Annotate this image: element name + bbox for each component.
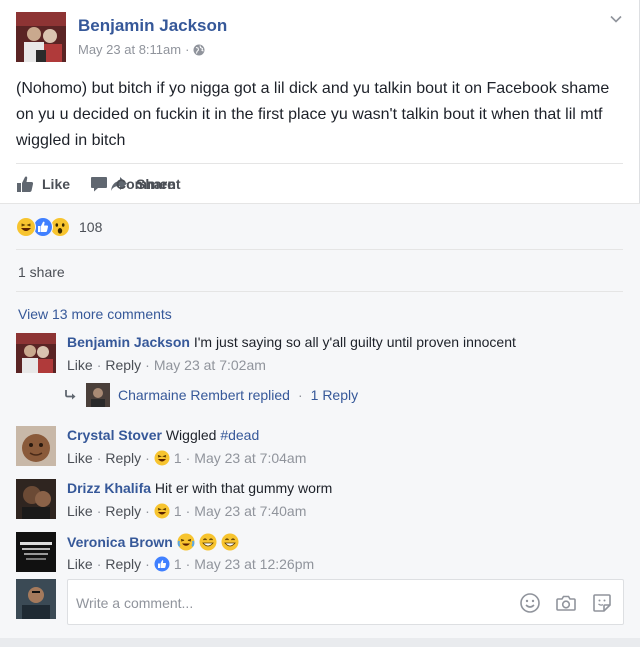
chevron-down-icon[interactable] [609, 12, 623, 26]
post-card: Benjamin Jackson May 23 at 8:11am · (Noh… [0, 0, 640, 638]
comment-like-link[interactable]: Like [67, 357, 93, 373]
comment-reply-link[interactable]: Reply [105, 450, 141, 466]
emoji-icon[interactable] [519, 592, 541, 614]
post-header: Benjamin Jackson May 23 at 8:11am · [16, 12, 623, 64]
comment-time[interactable]: May 23 at 7:02am [154, 357, 266, 373]
current-user-avatar[interactable] [16, 579, 56, 619]
camera-icon[interactable] [555, 592, 577, 614]
comment-body: Benjamin Jackson I'm just saying so all … [67, 334, 516, 350]
comment-time[interactable]: May 23 at 12:26pm [194, 556, 314, 572]
view-more-comments[interactable]: View 13 more comments [18, 306, 172, 322]
like-button[interactable]: Like [16, 175, 70, 193]
haha-icon[interactable] [154, 503, 170, 519]
wow-icon [50, 217, 70, 237]
like-icon[interactable] [154, 556, 170, 572]
reply-thread[interactable]: Charmaine Rembert replied · 1 Reply [64, 382, 358, 408]
comment-composer: Write a comment... [16, 579, 624, 625]
post-timestamp[interactable]: May 23 at 8:11am [78, 42, 181, 57]
comment-input-placeholder: Write a comment... [76, 595, 194, 611]
comment-reaction-count[interactable]: 1 [174, 450, 182, 466]
comment-body: Drizz Khalifa Hit er with that gummy wor… [67, 480, 332, 496]
comment-reply-link[interactable]: Reply [105, 556, 141, 572]
comment-reply-link[interactable]: Reply [105, 357, 141, 373]
comment-label: Comment [116, 176, 181, 192]
globe-icon[interactable] [193, 44, 205, 56]
author-name[interactable]: Benjamin Jackson [78, 16, 227, 36]
haha-icon [16, 217, 36, 237]
commenter-avatar[interactable] [16, 479, 56, 519]
comment-text: I'm just saying so all y'all guilty unti… [193, 334, 516, 350]
hashtag-link[interactable]: #dead [220, 427, 259, 443]
post-meta: May 23 at 8:11am · [78, 42, 205, 57]
reactions-summary[interactable]: 108 [16, 214, 102, 240]
like-label: Like [42, 176, 71, 192]
reply-arrow-icon [65, 390, 76, 400]
post-text: (Nohomo) but bitch if yo nigga got a lil… [16, 80, 610, 149]
share-count[interactable]: 1 share [18, 264, 65, 280]
divider [16, 249, 623, 250]
commenter-name[interactable]: Drizz Khalifa [67, 480, 151, 496]
comment-like-link[interactable]: Like [67, 503, 93, 519]
comment-icon [91, 177, 107, 192]
comment-time[interactable]: May 23 at 7:40am [194, 503, 306, 519]
reaction-count[interactable]: 108 [79, 219, 102, 235]
commenter-name[interactable]: Benjamin Jackson [67, 334, 190, 350]
divider [16, 291, 623, 292]
comment-time[interactable]: May 23 at 7:04am [194, 450, 306, 466]
comment-reaction-count[interactable]: 1 [174, 556, 182, 572]
commenter-avatar[interactable] [16, 333, 56, 373]
comment-meta: Like · Reply · May 23 at 7:02am [67, 357, 266, 373]
post-actions: Like Comment Share [16, 166, 622, 202]
comment-meta: Like · Reply · 1 · May 23 at 7:04am [67, 450, 307, 466]
comments-area [0, 203, 640, 638]
divider [16, 163, 623, 164]
crying-laughing-emoji-icon [177, 533, 195, 551]
comment-like-link[interactable]: Like [67, 556, 93, 572]
comment-button[interactable]: Comment [90, 175, 181, 193]
sticker-icon[interactable] [591, 592, 613, 614]
commenter-name[interactable]: Veronica Brown [67, 534, 173, 550]
comment-body: Veronica Brown [67, 533, 239, 551]
comment-like-link[interactable]: Like [67, 450, 93, 466]
commenter-avatar[interactable] [16, 426, 56, 466]
comment-text: Wiggled [165, 427, 217, 443]
like-icon [33, 217, 53, 237]
comment-input[interactable]: Write a comment... [67, 579, 624, 625]
grinning-emoji-icon [221, 533, 239, 551]
reply-count[interactable]: 1 Reply [311, 387, 358, 403]
author-avatar[interactable] [16, 12, 66, 62]
composer-icons [519, 592, 613, 614]
thumbs-up-icon [17, 176, 34, 192]
comment-reaction-count[interactable]: 1 [174, 503, 182, 519]
reply-avatar[interactable] [86, 383, 110, 407]
comment-meta: Like · Reply · 1 · May 23 at 7:40am [67, 503, 307, 519]
comment-text: Hit er with that gummy worm [154, 480, 333, 496]
comment-body: Crystal Stover Wiggled #dead [67, 427, 259, 443]
reply-author-text[interactable]: Charmaine Rembert replied [118, 387, 290, 403]
comment-reply-link[interactable]: Reply [105, 503, 141, 519]
comment-meta: Like · Reply · 1 · May 23 at 12:26pm [67, 556, 315, 572]
haha-icon[interactable] [154, 450, 170, 466]
commenter-name[interactable]: Crystal Stover [67, 427, 162, 443]
meta-separator: · [185, 42, 190, 57]
grinning-emoji-icon [199, 533, 217, 551]
commenter-avatar[interactable] [16, 532, 56, 572]
